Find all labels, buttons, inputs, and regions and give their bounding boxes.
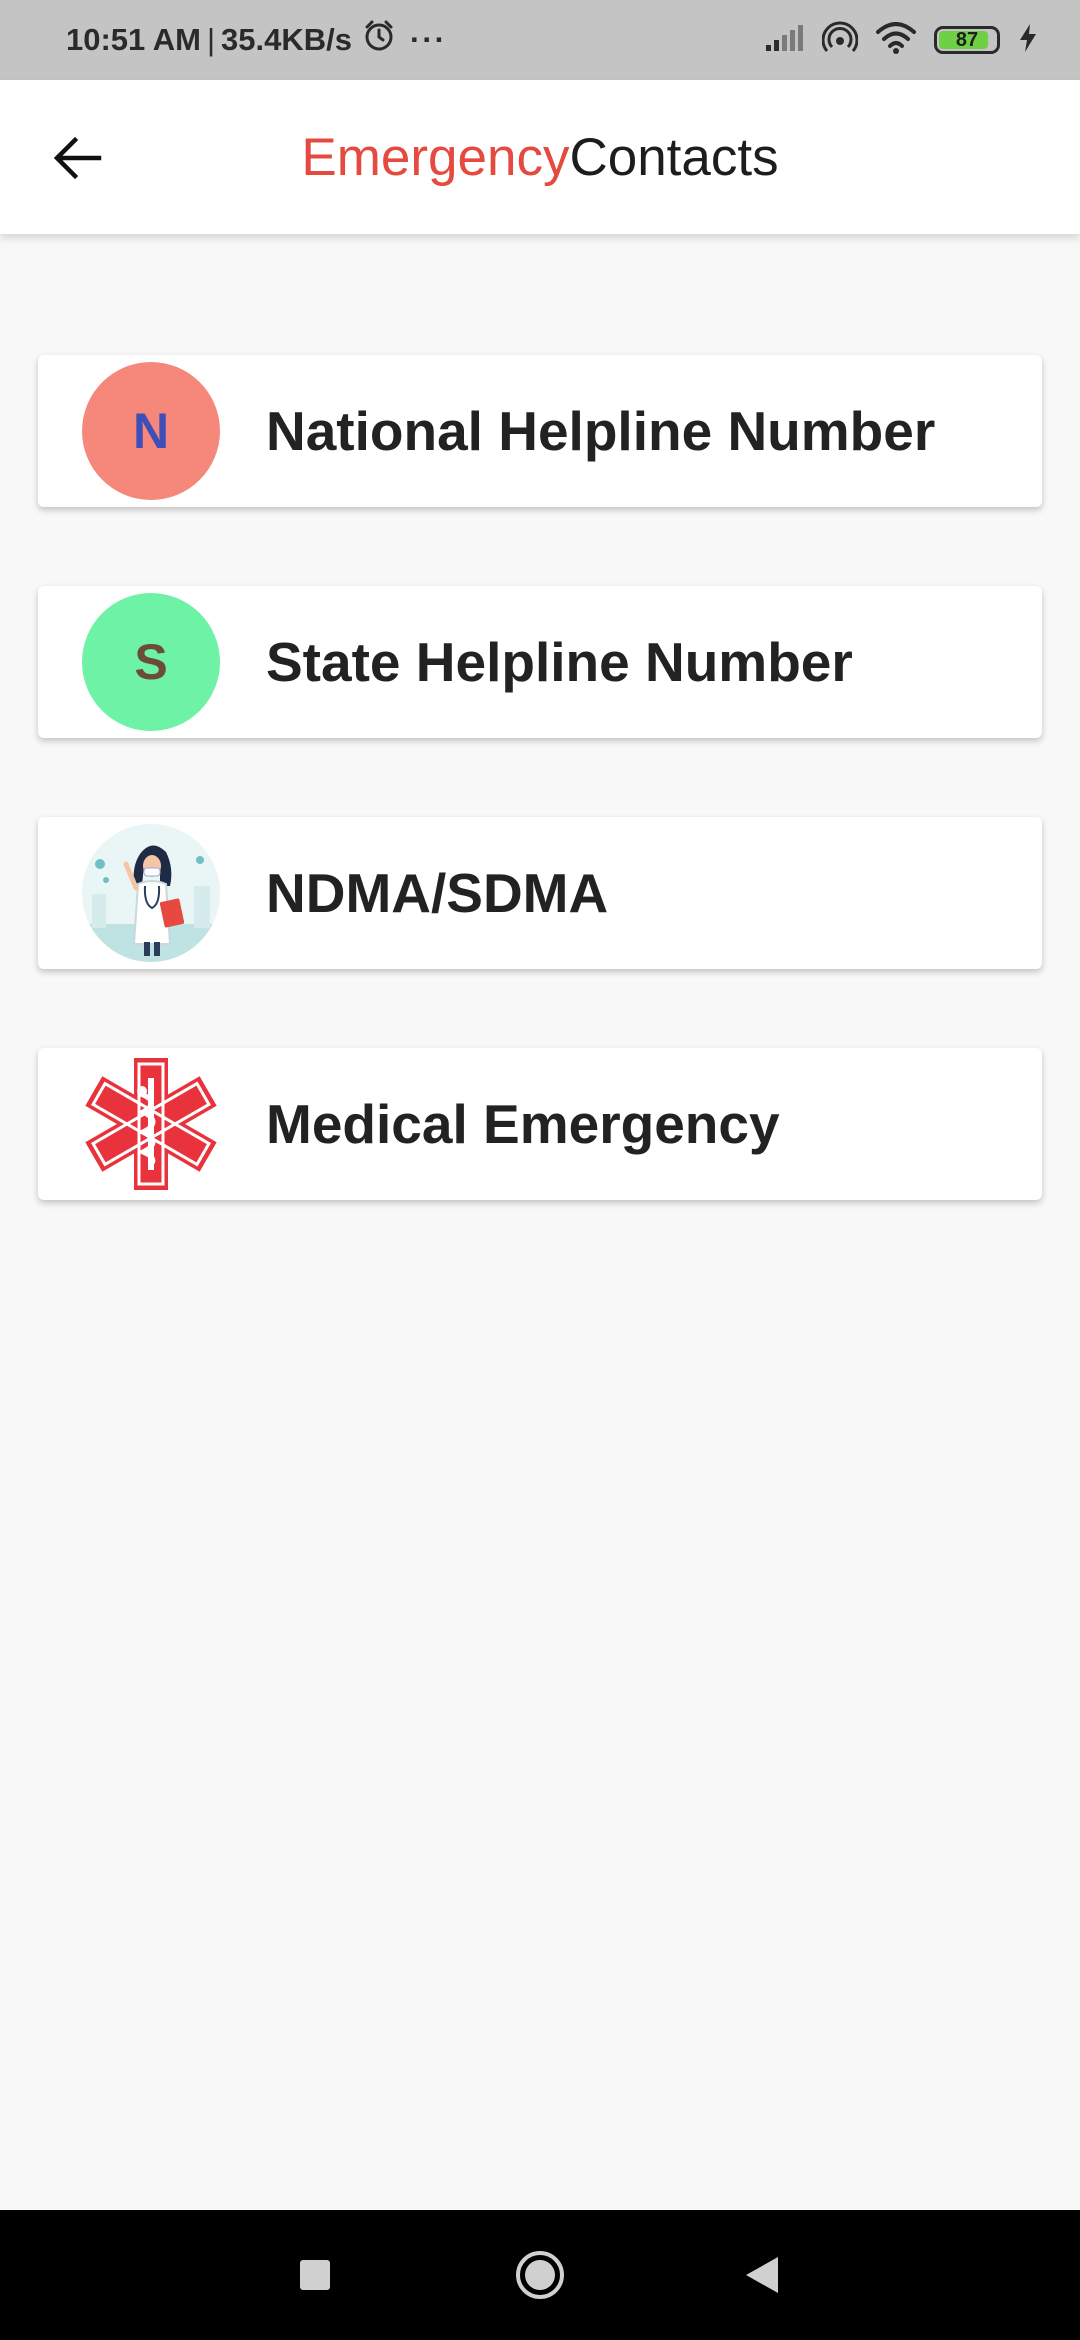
title-contacts: Contacts [569, 127, 779, 187]
status-left: 10:51 AM | 35.4KB/s ··· [66, 19, 447, 61]
system-nav-bar [0, 2210, 1080, 2340]
battery-level-text: 87 [955, 28, 979, 51]
recents-button[interactable] [282, 2250, 348, 2300]
app-bar: Emergency Contacts [0, 80, 1080, 234]
back-triangle-icon [746, 2257, 778, 2293]
screen: 10:51 AM | 35.4KB/s ··· 87 Emergency Con… [0, 0, 1080, 2340]
hotspot-icon [821, 21, 859, 60]
status-net-speed: 35.4KB/s [221, 22, 352, 57]
contact-label: State Helpline Number [266, 631, 853, 693]
charging-icon [1018, 23, 1038, 58]
contact-card-medical[interactable]: Medical Emergency [38, 1048, 1042, 1200]
wifi-icon [876, 21, 916, 59]
home-circle-icon [516, 2251, 564, 2299]
avatar-letter-n: N [82, 362, 220, 500]
page-title: Emergency Contacts [0, 80, 1080, 234]
contacts-list: N National Helpline Number S State Helpl… [38, 355, 1042, 1279]
contact-label: Medical Emergency [266, 1093, 780, 1155]
contact-card-ndma[interactable]: NDMA/SDMA [38, 817, 1042, 969]
title-emergency: Emergency [301, 127, 570, 187]
doctor-illustration-icon [82, 824, 220, 962]
status-separator: | [206, 22, 216, 57]
status-bar: 10:51 AM | 35.4KB/s ··· 87 [0, 0, 1080, 80]
more-notifications-icon: ··· [410, 22, 447, 57]
avatar-letter-s: S [82, 593, 220, 731]
status-right: 87 [764, 21, 1038, 60]
star-of-life-icon [82, 1055, 220, 1193]
nav-back-button[interactable] [734, 2248, 790, 2302]
recents-square-icon [300, 2260, 330, 2290]
signal-icon [764, 23, 804, 58]
contact-label: NDMA/SDMA [266, 862, 609, 924]
contact-label: National Helpline Number [266, 400, 936, 462]
alarm-icon [362, 19, 396, 61]
battery-icon: 87 [934, 26, 1000, 54]
contact-card-national[interactable]: N National Helpline Number [38, 355, 1042, 507]
home-button[interactable] [508, 2245, 572, 2305]
status-time: 10:51 AM [66, 22, 201, 57]
contact-card-state[interactable]: S State Helpline Number [38, 586, 1042, 738]
